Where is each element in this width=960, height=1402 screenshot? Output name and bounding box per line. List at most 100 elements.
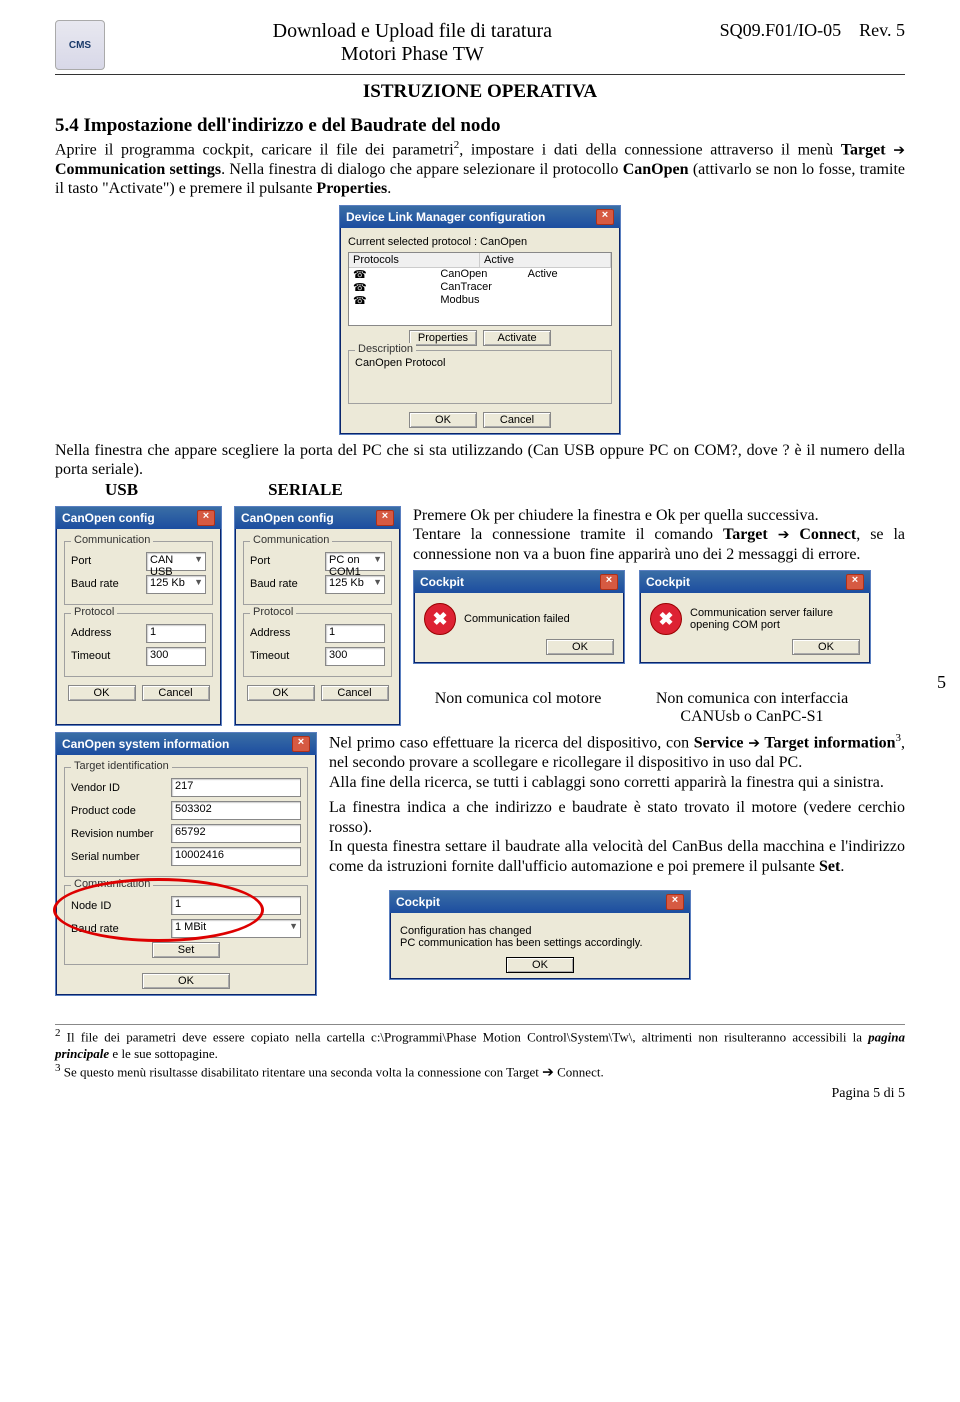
close-icon[interactable]: × <box>376 510 394 526</box>
close-icon[interactable]: × <box>596 209 614 225</box>
doc-code: SQ09.F01/IO-05 <box>720 20 842 40</box>
canopen-config-serial: CanOpen config × Communication Port PC on … <box>234 506 401 727</box>
col-seriale: SERIALE <box>268 480 343 500</box>
baud-select[interactable]: 125 Kb <box>146 575 206 594</box>
paragraph-1: Aprire il programma cockpit, caricare il… <box>55 139 905 199</box>
desc-group-label: Description <box>355 343 416 355</box>
p1-a: Aprire il programma cockpit, caricare il… <box>55 141 454 158</box>
logo-icon: CMS <box>55 20 105 70</box>
properties-button[interactable]: Properties <box>409 330 477 346</box>
close-icon[interactable]: × <box>666 894 684 910</box>
ok-button[interactable]: OK <box>792 639 860 655</box>
cancel-button[interactable]: Cancel <box>483 412 551 428</box>
p1-f: CanOpen <box>623 161 689 178</box>
port-label: Port <box>250 555 320 567</box>
activate-button[interactable]: Activate <box>483 330 551 346</box>
p3f: La finestra indica a che indirizzo e bau… <box>329 798 905 837</box>
p1-e: . Nella finestra di dialogo che appare s… <box>221 161 623 178</box>
prod-field: 503302 <box>171 801 301 820</box>
addr-field[interactable]: 1 <box>325 624 385 643</box>
sn-field: 10002416 <box>171 847 301 866</box>
sn-label: Serial number <box>71 851 166 863</box>
fn2-c: e le sue sottopagine. <box>109 1046 218 1061</box>
proto-group: Protocol <box>250 606 296 618</box>
error-icon: ✖ <box>650 603 682 635</box>
row-canopen-active: Active <box>524 268 611 281</box>
cockpit-error-1: Cockpit × ✖ Communication failed OK <box>413 570 625 664</box>
cancel-button[interactable]: Cancel <box>142 685 210 701</box>
p1-h: Properties <box>316 180 387 197</box>
ok-button[interactable]: OK <box>546 639 614 655</box>
err-msg-2: Communication server failure opening COM… <box>690 607 860 631</box>
header-line1: Download e Upload file di taratura <box>115 20 710 43</box>
p3c: Target information <box>760 735 896 752</box>
row-cantracer[interactable]: CanTracer <box>436 281 523 294</box>
timeout-field[interactable]: 300 <box>325 647 385 666</box>
baud-label: Baud rate <box>250 578 320 590</box>
doc-header: CMS Download e Upload file di taratura M… <box>55 20 905 75</box>
ok-button[interactable]: OK <box>247 685 315 701</box>
cc-msg: Configuration has changed PC communicati… <box>398 921 682 953</box>
fn2-a: Il file dei parametri deve essere copiat… <box>61 1030 869 1045</box>
close-icon[interactable]: × <box>292 736 310 752</box>
node-label: Node ID <box>71 900 166 912</box>
close-icon[interactable]: × <box>197 510 215 526</box>
error-icon: ✖ <box>424 603 456 635</box>
close-icon[interactable]: × <box>600 574 618 590</box>
p1-i: . <box>387 180 391 197</box>
addr-label: Address <box>71 627 141 639</box>
vendor-field: 217 <box>171 778 301 797</box>
header-right: SQ09.F01/IO-05 Rev. 5 <box>720 20 905 41</box>
p3i: . <box>840 858 844 875</box>
err-msg-1: Communication failed <box>464 613 614 625</box>
ok-button[interactable]: OK <box>142 973 230 989</box>
page-number: Pagina 5 di 5 <box>55 1086 905 1102</box>
hdr-active: Active <box>480 253 611 267</box>
ok-button[interactable]: OK <box>68 685 136 701</box>
port-select[interactable]: CAN USB <box>146 552 206 571</box>
desc-text: CanOpen Protocol <box>355 357 605 369</box>
comm-group: Communication <box>250 534 332 546</box>
timeout-label: Timeout <box>250 650 320 662</box>
rt2a: Tentare la connessione tramite il comand… <box>413 526 723 543</box>
p3h: Set <box>819 858 840 875</box>
fn3-a: Se questo menù risultasse disabilitato r… <box>61 1064 543 1079</box>
addr-field[interactable]: 1 <box>146 624 206 643</box>
col-usb: USB <box>105 480 138 500</box>
fn3-b: Connect. <box>554 1064 604 1079</box>
ok-button[interactable]: OK <box>506 957 574 973</box>
canopen-config-usb: CanOpen config× Communication PortCAN US… <box>55 506 222 727</box>
arrow-icon: ➔ <box>748 735 760 751</box>
node-field[interactable]: 1 <box>171 896 301 915</box>
caption-2: Non comunica con interfaccia CANUsb o Ca… <box>637 690 867 726</box>
port-select[interactable]: PC on COM1 <box>325 552 385 571</box>
doc-title: ISTRUZIONE OPERATIVA <box>55 81 905 103</box>
p1-b: , impostare i dati della connessione att… <box>459 141 841 158</box>
row-canopen[interactable]: CanOpen <box>436 268 523 281</box>
close-icon[interactable]: × <box>846 574 864 590</box>
current-protocol-label: Current selected protocol : CanOpen <box>348 236 612 248</box>
cockpit-title: Cockpit <box>420 575 464 589</box>
dlg-title-usb: CanOpen config <box>62 511 155 525</box>
timeout-field[interactable]: 300 <box>146 647 206 666</box>
protocol-listbox[interactable]: ProtocolsActive ☎CanOpenActive ☎CanTrace… <box>348 252 612 326</box>
set-button[interactable]: Set <box>152 942 220 958</box>
cancel-button[interactable]: Cancel <box>321 685 389 701</box>
baud-select[interactable]: 125 Kb <box>325 575 385 594</box>
ok-button[interactable]: OK <box>409 412 477 428</box>
arrow-icon: ➔ <box>542 1063 554 1079</box>
row-modbus[interactable]: Modbus <box>436 294 523 307</box>
p1-c: Target <box>841 141 893 158</box>
comm-group: Communication <box>71 878 153 890</box>
rev-field: 65792 <box>171 824 301 843</box>
para3-block: Nel primo caso effettuare la ricerca del… <box>329 732 905 996</box>
addr-label: Address <box>250 627 320 639</box>
p3a: Nel primo caso effettuare la ricerca del… <box>329 735 694 752</box>
vendor-label: Vendor ID <box>71 782 166 794</box>
cc-title: Cockpit <box>396 895 440 909</box>
baud-select[interactable]: 1 MBit <box>171 919 301 938</box>
dlg-title-ser: CanOpen config <box>241 511 334 525</box>
p3e: Alla fine della ricerca, se tutti i cabl… <box>329 773 905 793</box>
cockpit-title: Cockpit <box>646 575 690 589</box>
arrow-icon: ➔ <box>893 141 905 157</box>
